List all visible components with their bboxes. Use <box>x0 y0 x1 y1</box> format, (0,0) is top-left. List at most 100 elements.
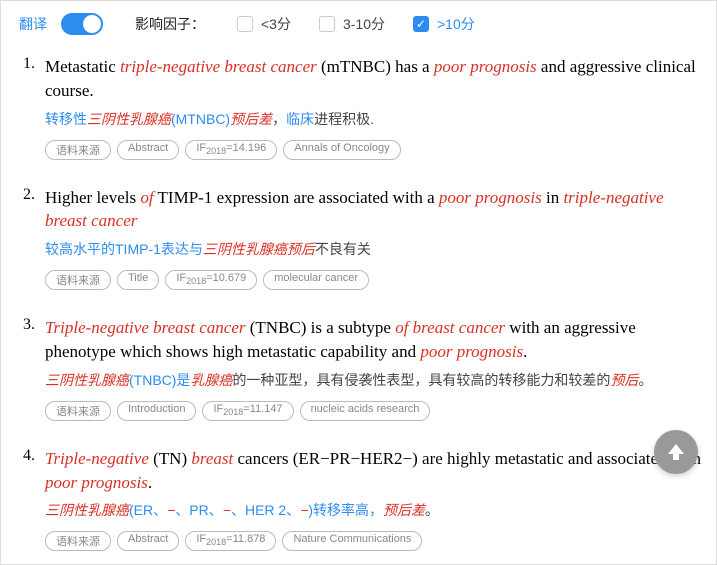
tag-section[interactable]: Abstract <box>117 531 179 551</box>
highlight-term: 预后差 <box>230 111 272 127</box>
tag-section[interactable]: Title <box>117 270 159 290</box>
highlight-term: 乳腺癌 <box>190 372 232 388</box>
text-fragment: (ER、 <box>129 502 167 518</box>
scroll-to-top-button[interactable] <box>654 430 698 474</box>
item-content: Metastatic triple-negative breast cancer… <box>45 55 702 160</box>
item-number: 3. <box>15 316 35 421</box>
highlight-term: 预后 <box>610 372 638 388</box>
text-fragment: Higher levels <box>45 188 140 207</box>
checkbox-icon <box>319 16 335 32</box>
chinese-translation: 较高水平的TIMP-1表达与三阴性乳腺癌预后不良有关 <box>45 239 702 260</box>
filter-item-1[interactable]: 3-10分 <box>319 14 385 34</box>
tag-journal[interactable]: nucleic acids research <box>300 401 431 421</box>
tag-journal[interactable]: molecular cancer <box>263 270 369 290</box>
text-fragment: 、PR、 <box>175 502 222 518</box>
highlight-term: 三阴性乳腺癌 <box>87 111 171 127</box>
highlight-term: breast <box>191 449 233 468</box>
tag-source[interactable]: 语料来源 <box>45 531 111 551</box>
item-number: 2. <box>15 186 35 291</box>
tag-impact-factor[interactable]: IF2018=14.196 <box>185 140 277 160</box>
highlight-term: 三阴性乳腺癌预后 <box>203 241 315 257</box>
text-fragment: (mTNBC) has a <box>317 57 434 76</box>
text-fragment: 转移性 <box>45 111 87 127</box>
highlight-term: 三阴性乳腺癌 <box>45 372 129 388</box>
text-fragment: )转移率高， <box>308 502 383 518</box>
top-filter-bar: 翻译 影响因子： <3分 3-10分 ✓ >10分 <box>1 1 716 55</box>
text-fragment: TIMP-1 expression are associated with a <box>154 188 439 207</box>
tag-source[interactable]: 语料来源 <box>45 270 111 290</box>
filter-item-2[interactable]: ✓ >10分 <box>413 14 475 34</box>
tag-source[interactable]: 语料来源 <box>45 140 111 160</box>
arrow-up-icon <box>664 440 688 464</box>
text-fragment: 、HER 2、 <box>231 502 300 518</box>
filter-label: >10分 <box>437 14 475 34</box>
highlight-term: poor prognosis <box>434 57 537 76</box>
text-fragment: 较高水平的TIMP-1表达与 <box>45 241 203 257</box>
tag-source[interactable]: 语料来源 <box>45 401 111 421</box>
tag-journal[interactable]: Annals of Oncology <box>283 140 400 160</box>
highlight-term: of <box>140 188 153 207</box>
tag-section[interactable]: Abstract <box>117 140 179 160</box>
item-number: 1. <box>15 55 35 160</box>
highlight-term: Triple-negative <box>45 449 149 468</box>
impact-factor-label: 影响因子： <box>135 14 205 34</box>
filter-item-0[interactable]: <3分 <box>237 14 291 34</box>
tag-row: 语料来源 Title IF2018=10.679 molecular cancer <box>45 270 702 290</box>
highlight-term: Triple-negative breast cancer <box>45 318 246 337</box>
translate-toggle-group: 翻译 <box>19 13 103 35</box>
text-fragment: (TNBC)是 <box>129 372 190 388</box>
item-number: 4. <box>15 447 35 552</box>
tag-impact-factor[interactable]: IF2018=11.878 <box>185 531 276 551</box>
highlight-term: − <box>223 502 231 518</box>
text-fragment: (TN) <box>149 449 191 468</box>
impact-factor-filters: <3分 3-10分 ✓ >10分 <box>237 14 475 34</box>
text-fragment: Metastatic <box>45 57 120 76</box>
item-content: Triple-negative (TN) breast cancers (ER−… <box>45 447 702 552</box>
results-list: 1.Metastatic triple-negative breast canc… <box>1 55 716 551</box>
chinese-translation: 三阴性乳腺癌(TNBC)是乳腺癌的一种亚型，具有侵袭性表型，具有较高的转移能力和… <box>45 370 702 391</box>
filter-label: <3分 <box>261 14 291 34</box>
english-sentence: Higher levels of TIMP-1 expression are a… <box>45 186 702 234</box>
chinese-translation: 三阴性乳腺癌(ER、−、PR、−、HER 2、−)转移率高，预后差。 <box>45 500 702 521</box>
tag-journal[interactable]: Nature Communications <box>282 531 422 551</box>
tag-impact-factor[interactable]: IF2018=10.679 <box>165 270 257 290</box>
text-fragment: ， <box>272 111 286 127</box>
text-fragment: 进程积极. <box>314 111 374 127</box>
checkbox-icon <box>237 16 253 32</box>
text-fragment: (MTNBC) <box>171 111 230 127</box>
highlight-term: poor prognosis <box>420 342 523 361</box>
text-fragment: 。 <box>638 372 652 388</box>
result-item: 1.Metastatic triple-negative breast canc… <box>15 55 702 160</box>
text-fragment: (TNBC) is a subtype <box>246 318 396 337</box>
highlight-term: triple-negative breast cancer <box>120 57 317 76</box>
item-content: Higher levels of TIMP-1 expression are a… <box>45 186 702 291</box>
result-item: 3.Triple-negative breast cancer (TNBC) i… <box>15 316 702 421</box>
item-content: Triple-negative breast cancer (TNBC) is … <box>45 316 702 421</box>
chinese-translation: 转移性三阴性乳腺癌(MTNBC)预后差，临床进程积极. <box>45 109 702 130</box>
tag-row: 语料来源 Introduction IF2018=11.147 nucleic aci… <box>45 401 702 421</box>
highlight-term: 三阴性乳腺癌 <box>45 502 129 518</box>
english-sentence: Metastatic triple-negative breast cancer… <box>45 55 702 103</box>
text-fragment: in <box>542 188 564 207</box>
tag-row: 语料来源 Abstract IF2018=14.196 Annals of Oncol… <box>45 140 702 160</box>
tag-impact-factor[interactable]: IF2018=11.147 <box>202 401 293 421</box>
text-fragment: . <box>148 473 152 492</box>
english-sentence: Triple-negative breast cancer (TNBC) is … <box>45 316 702 364</box>
filter-label: 3-10分 <box>343 14 385 34</box>
tag-row: 语料来源 Abstract IF2018=11.878 Nature Communic… <box>45 531 702 551</box>
text-fragment: 临床 <box>286 111 314 127</box>
text-fragment: 不良有关 <box>315 241 371 257</box>
text-fragment: 。 <box>425 502 439 518</box>
text-fragment: cancers (ER−PR−HER2−) are highly metasta… <box>233 449 701 468</box>
tag-section[interactable]: Introduction <box>117 401 196 421</box>
highlight-term: 预后差 <box>383 502 425 518</box>
english-sentence: Triple-negative (TN) breast cancers (ER−… <box>45 447 702 495</box>
text-fragment: . <box>523 342 527 361</box>
translate-toggle[interactable] <box>61 13 103 35</box>
translate-label: 翻译 <box>19 14 47 34</box>
text-fragment: 的一种亚型，具有侵袭性表型，具有较高的转移能力和较差的 <box>232 372 610 388</box>
highlight-term: poor prognosis <box>439 188 542 207</box>
checkmark-icon: ✓ <box>416 18 426 30</box>
result-item: 4.Triple-negative (TN) breast cancers (E… <box>15 447 702 552</box>
result-item: 2.Higher levels of TIMP-1 expression are… <box>15 186 702 291</box>
